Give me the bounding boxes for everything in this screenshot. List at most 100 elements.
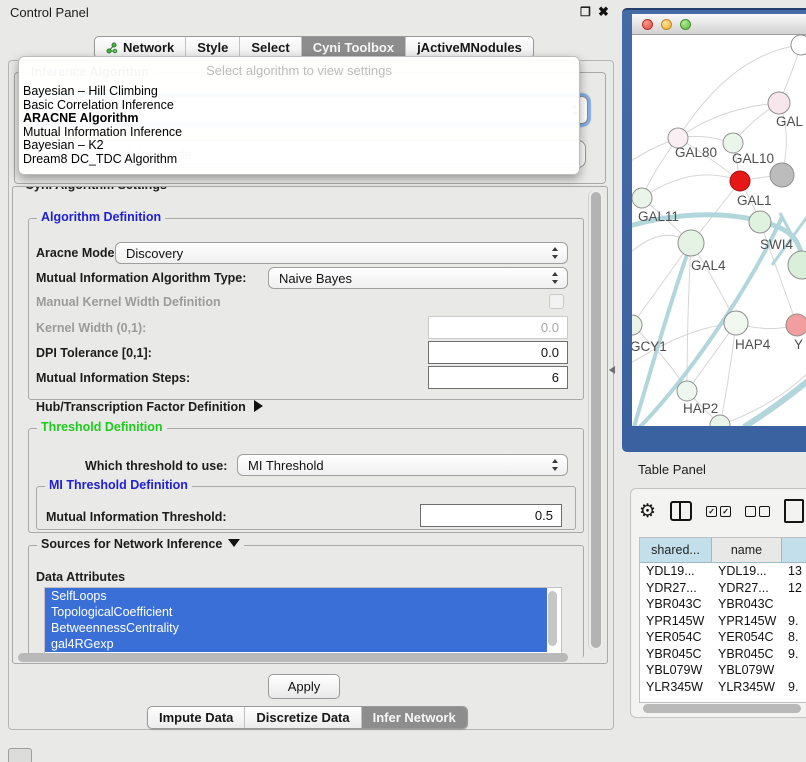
tab-discretize-data[interactable]: Discretize Data: [244, 707, 360, 728]
kernel-width-field[interactable]: 0.0: [428, 316, 568, 339]
split-columns-icon[interactable]: [670, 501, 692, 521]
table-cell: YBR043C: [640, 597, 712, 611]
which-threshold-value: MI Threshold: [248, 458, 324, 473]
zoom-traffic-light-icon[interactable]: [680, 19, 691, 30]
network-node-gal11[interactable]: [632, 188, 652, 208]
table-header-row: shared... name: [640, 538, 806, 563]
network-node[interactable]: [788, 251, 806, 279]
minimize-traffic-light-icon[interactable]: [661, 19, 672, 30]
algorithm-option[interactable]: ARACNE Algorithm: [19, 112, 579, 126]
tab-select[interactable]: Select: [239, 37, 300, 58]
table-cell: 9.: [782, 614, 806, 628]
table-cell: YDL19...: [640, 564, 712, 578]
mi-type-value: Naive Bayes: [279, 271, 352, 286]
aracne-mode-combo[interactable]: Discovery: [115, 242, 568, 264]
algorithm-dropdown-prompt: Select algorithm to view settings: [19, 57, 579, 85]
close-icon[interactable]: ✖: [598, 4, 609, 20]
network-node-hap2[interactable]: [677, 381, 697, 401]
table-panel: ⚙ ✓✓ shared... name YDL19...YDL19...13YD…: [630, 488, 806, 718]
settings-horizontal-scrollbar[interactable]: [18, 653, 568, 662]
network-node[interactable]: [770, 163, 794, 187]
bottom-tabs: Impute Data Discretize Data Infer Networ…: [147, 706, 468, 729]
apply-button[interactable]: Apply: [268, 674, 340, 699]
sources-group-title: Sources for Network Inference: [41, 537, 222, 551]
table-cell: YDL19...: [712, 564, 782, 578]
network-node-y[interactable]: [786, 314, 806, 336]
node-label: Y: [794, 337, 803, 352]
close-traffic-light-icon[interactable]: [642, 19, 653, 30]
which-threshold-combo[interactable]: MI Threshold: [237, 454, 568, 476]
attribute-item[interactable]: TopologicalCoefficient: [45, 604, 547, 620]
split-pane-collapse-arrow[interactable]: [609, 366, 615, 374]
tab-network[interactable]: Network: [95, 37, 185, 58]
network-node-gal[interactable]: [768, 92, 790, 114]
data-attributes-label: Data Attributes: [36, 570, 125, 584]
kernel-width-label: Kernel Width (0,1):: [36, 321, 146, 335]
network-node-gcy1[interactable]: [632, 315, 642, 335]
mi-type-label: Mutual Information Algorithm Type:: [36, 271, 246, 285]
manual-kernel-checkbox[interactable]: [549, 294, 564, 309]
table-row[interactable]: YBR043CYBR043C: [640, 596, 806, 613]
network-node[interactable]: [710, 415, 730, 426]
node-label: GAL10: [732, 151, 774, 166]
algorithm-option[interactable]: Dream8 DC_TDC Algorithm: [19, 153, 579, 167]
deselect-all-icon[interactable]: [745, 506, 770, 517]
node-label: GAL80: [675, 145, 717, 160]
node-label: SWI4: [760, 237, 793, 252]
app-root: Control Panel ❐ ✖ Network Style Select C…: [0, 0, 806, 762]
column-header-name[interactable]: name: [712, 538, 782, 562]
table-row[interactable]: YER054CYER054C8.: [640, 629, 806, 646]
hub-section-toggle[interactable]: Hub/Transcription Factor Definition: [36, 400, 263, 414]
algorithm-option[interactable]: Basic Correlation Inference: [19, 99, 579, 113]
tab-style[interactable]: Style: [185, 37, 239, 58]
table-row[interactable]: YLR345WYLR345W9.: [640, 679, 806, 696]
mi-threshold-field[interactable]: 0.5: [420, 504, 562, 527]
algorithm-option[interactable]: Bayesian – K2: [19, 139, 579, 153]
algorithm-option[interactable]: Bayesian – Hill Climbing: [19, 85, 579, 99]
tab-jactivemnodules[interactable]: jActiveMNodules: [405, 37, 533, 58]
data-attributes-list: SelfLoopsTopologicalCoefficientBetweenne…: [45, 588, 561, 652]
column-header-partial[interactable]: [782, 538, 806, 562]
column-header-shared-name[interactable]: shared...: [640, 538, 712, 562]
attributes-scrollbar-thumb[interactable]: [548, 591, 557, 646]
table-row[interactable]: YDR27...YDR27...12: [640, 580, 806, 597]
table-cell: YPR145W: [712, 614, 782, 628]
sources-group-toggle[interactable]: Sources for Network Inference: [37, 537, 244, 551]
dock-panel-icon[interactable]: [8, 748, 32, 762]
table-row[interactable]: YDL19...YDL19...13: [640, 563, 806, 580]
dpi-tolerance-field[interactable]: 0.0: [428, 341, 568, 364]
manual-kernel-label: Manual Kernel Width Definition: [36, 295, 221, 309]
tab-cyni-toolbox[interactable]: Cyni Toolbox: [301, 37, 405, 58]
control-panel-titlebar: Control Panel ❐ ✖: [0, 0, 620, 26]
algorithm-option[interactable]: Mutual Information Inference: [19, 126, 579, 140]
table-horizontal-scrollbar[interactable]: [643, 704, 801, 713]
table-cell: YBR045C: [640, 647, 712, 661]
attribute-item[interactable]: SelfLoops: [45, 588, 547, 604]
network-node-swi4[interactable]: [749, 211, 771, 233]
network-node-hap4[interactable]: [724, 311, 748, 335]
table-cell: YER054C: [712, 630, 782, 644]
tab-impute-data[interactable]: Impute Data: [148, 707, 244, 728]
function-builder-icon[interactable]: [784, 499, 804, 523]
float-window-icon[interactable]: ❐: [580, 5, 591, 19]
table-row[interactable]: YPR145WYPR145W9.: [640, 613, 806, 630]
network-node-gal1[interactable]: [730, 171, 750, 191]
settings-vertical-scrollbar[interactable]: [588, 190, 603, 650]
tab-infer-network[interactable]: Infer Network: [361, 707, 467, 728]
network-node[interactable]: [791, 35, 806, 55]
attribute-item[interactable]: gal4RGexp: [45, 636, 547, 652]
mi-type-combo[interactable]: Naive Bayes: [268, 267, 568, 289]
table-row[interactable]: YBR045CYBR045C9.: [640, 646, 806, 663]
mi-steps-field[interactable]: 6: [428, 366, 568, 389]
select-all-icon[interactable]: ✓✓: [706, 506, 731, 517]
network-graph[interactable]: GALGAL80GAL10GAL1GAL11SWI4GAL4HAP4YGCY1H…: [632, 35, 806, 426]
node-table: shared... name YDL19...YDL19...13YDR27..…: [639, 537, 806, 703]
table-row[interactable]: YBL079WYBL079W: [640, 662, 806, 679]
attribute-item[interactable]: BetweennessCentrality: [45, 620, 547, 636]
network-node-gal10[interactable]: [723, 133, 743, 153]
expanded-arrow-icon: [228, 539, 240, 547]
table-cell: 9.: [782, 647, 806, 661]
gear-icon[interactable]: ⚙: [639, 502, 656, 521]
network-node-gal4[interactable]: [678, 230, 704, 256]
network-tab-icon: [106, 42, 118, 54]
